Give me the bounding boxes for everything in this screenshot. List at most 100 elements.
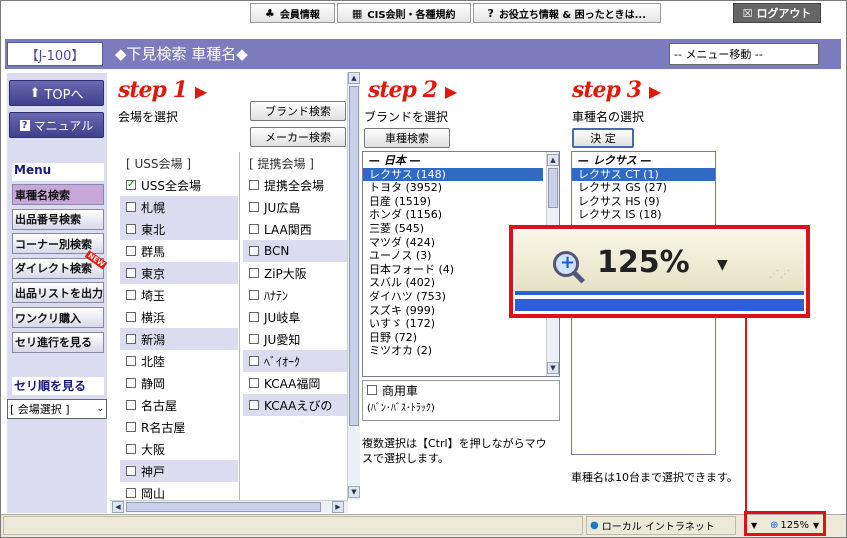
venue-option[interactable]: BCN (243, 240, 347, 262)
venue-option[interactable]: ZiP大阪 (243, 262, 347, 284)
checkbox[interactable] (249, 356, 259, 366)
list-option[interactable]: レクサス IS (18) (572, 208, 715, 222)
checkbox[interactable] (126, 400, 136, 410)
decide-button[interactable]: 決 定 (572, 128, 634, 148)
venue-option[interactable]: 神戸 (120, 460, 238, 482)
scroll-up-icon[interactable]: ▲ (547, 154, 559, 166)
venue-option[interactable]: 群馬 (120, 240, 238, 262)
venue-option[interactable]: 東北 (120, 218, 238, 240)
checkbox[interactable] (249, 290, 259, 300)
venue-option[interactable]: ✓ USS全会場 (120, 174, 238, 196)
checkbox[interactable] (126, 290, 136, 300)
list-option[interactable]: いすゞ (172) (363, 317, 543, 331)
car-search-button[interactable]: 車種検索 (364, 128, 450, 148)
brand-search-button[interactable]: ブランド検索 (250, 101, 346, 121)
venue-option[interactable]: JU広島 (243, 196, 347, 218)
checkbox[interactable] (126, 356, 136, 366)
checkbox[interactable] (126, 224, 136, 234)
list-option[interactable]: トヨタ (3952) (363, 181, 543, 195)
scroll-down-icon[interactable]: ▼ (348, 486, 360, 498)
venue-option[interactable]: JU岐阜 (243, 306, 347, 328)
scroll-down-icon[interactable]: ▼ (547, 362, 559, 374)
checkbox[interactable] (126, 312, 136, 322)
checkbox[interactable] (249, 334, 259, 344)
scroll-thumb[interactable] (548, 168, 558, 208)
venue-option[interactable]: 岡山 (120, 482, 238, 500)
sidebar-item[interactable]: ダイレクト検索 NEW (12, 250, 108, 279)
checkbox[interactable] (249, 246, 259, 256)
sidebar-item[interactable]: 車種名検索 (12, 184, 104, 205)
scroll-thumb[interactable] (349, 86, 359, 426)
venue-option[interactable]: 埼玉 (120, 284, 238, 306)
step1-hscrollbar[interactable]: ◀ ▶ (110, 500, 348, 513)
sidebar-item[interactable]: 出品リストを出力 (12, 282, 104, 304)
logout-button[interactable]: ☒ ログアウト (733, 3, 821, 23)
sidebar-item[interactable]: セリ進行を見る (12, 331, 104, 353)
commercial-option[interactable]: 商用車 (363, 381, 559, 399)
checkbox[interactable] (126, 378, 136, 388)
checkbox[interactable] (126, 268, 136, 278)
venue-option[interactable]: 東京 (120, 262, 238, 284)
maker-search-button[interactable]: メーカー検索 (250, 127, 346, 147)
checkbox[interactable] (249, 378, 259, 388)
topnav-button[interactable]: ♣ 会員情報 (250, 3, 335, 23)
checkbox[interactable] (249, 400, 259, 410)
venue-select[interactable]: [ 会場選択 ] ⌄ (7, 399, 107, 419)
manual-button[interactable]: ? マニュアル (9, 112, 104, 138)
checkbox[interactable] (249, 268, 259, 278)
venue-option[interactable]: 横浜 (120, 306, 238, 328)
topnav-button[interactable]: ▦ CIS会則・各種規約 (336, 3, 471, 23)
top-button[interactable]: ⬆ TOPへ (9, 80, 104, 106)
checkbox[interactable] (126, 444, 136, 454)
venue-option[interactable]: KCAA福岡 (243, 372, 347, 394)
step2-subtitle: ブランドを選択 (364, 110, 449, 124)
venue-option[interactable]: 名古屋 (120, 394, 238, 416)
checkbox[interactable] (126, 466, 136, 476)
sidebar-item[interactable]: 出品番号検索 (12, 208, 104, 230)
venue-option[interactable]: ﾊﾅﾃﾝ (243, 284, 347, 306)
list-option[interactable]: レクサス HS (9) (572, 195, 715, 209)
scroll-left-icon[interactable]: ◀ (112, 501, 124, 513)
list-option[interactable]: 日産 (1519) (363, 195, 543, 209)
venue-option[interactable]: ﾍﾞｲｵｰｸ (243, 350, 347, 372)
checkbox[interactable] (126, 246, 136, 256)
venue-option[interactable]: 静岡 (120, 372, 238, 394)
venue-option[interactable]: 大阪 (120, 438, 238, 460)
venue-option[interactable]: KCAAえびの (243, 394, 347, 416)
list-option[interactable]: レクサス (148) (363, 167, 543, 182)
zoom-control[interactable]: ⊕ 125% ▼ (767, 516, 823, 535)
venue-option[interactable]: 新潟 (120, 328, 238, 350)
venue-option[interactable]: 札幌 (120, 196, 238, 218)
list-option[interactable]: レクサス GS (27) (572, 181, 715, 195)
checkbox[interactable] (249, 202, 259, 212)
commercial-box[interactable]: 商用車 (ﾊﾞﾝ･ﾊﾞｽ･ﾄﾗｯｸ) (362, 380, 560, 421)
venue-option[interactable]: KCAA山口 (243, 416, 347, 423)
venue-option[interactable]: 提携全会場 (243, 174, 347, 196)
checkbox[interactable] (249, 180, 259, 190)
list-option[interactable]: ホンダ (1156) (363, 208, 543, 222)
checkbox[interactable] (126, 422, 136, 432)
security-zone[interactable]: ● ローカル イントラネット (586, 516, 736, 535)
scroll-right-icon[interactable]: ▶ (332, 501, 344, 513)
sidebar-item[interactable]: ワンクリ購入 (12, 307, 104, 328)
venue-option[interactable]: R名古屋 (120, 416, 238, 438)
checkbox[interactable] (249, 312, 259, 322)
chevron-down-icon[interactable]: ▼ (748, 516, 766, 535)
scroll-up-icon[interactable]: ▲ (348, 72, 360, 84)
checkbox[interactable] (249, 224, 259, 234)
topnav-button[interactable]: ? お役立ち情報 & 困ったときは... (472, 3, 662, 23)
hscroll-thumb[interactable] (126, 502, 321, 512)
list-option[interactable]: 日野 (72) (363, 331, 543, 345)
checkbox[interactable] (367, 385, 377, 395)
venue-option[interactable]: JU愛知 (243, 328, 347, 350)
checkbox[interactable] (126, 488, 136, 498)
checkbox[interactable] (126, 202, 136, 212)
menu-select[interactable]: -- メニュー移動 -- (669, 43, 819, 65)
checkbox[interactable] (126, 334, 136, 344)
list-option[interactable]: レクサス CT (1) (572, 167, 715, 182)
venue-option[interactable]: LAA関西 (243, 218, 347, 240)
step1-vscrollbar[interactable]: ▲ ▼ (347, 72, 360, 500)
venue-option[interactable]: 北陸 (120, 350, 238, 372)
checkbox-checked[interactable]: ✓ (126, 180, 136, 190)
list-option[interactable]: ミツオカ (2) (363, 344, 543, 358)
